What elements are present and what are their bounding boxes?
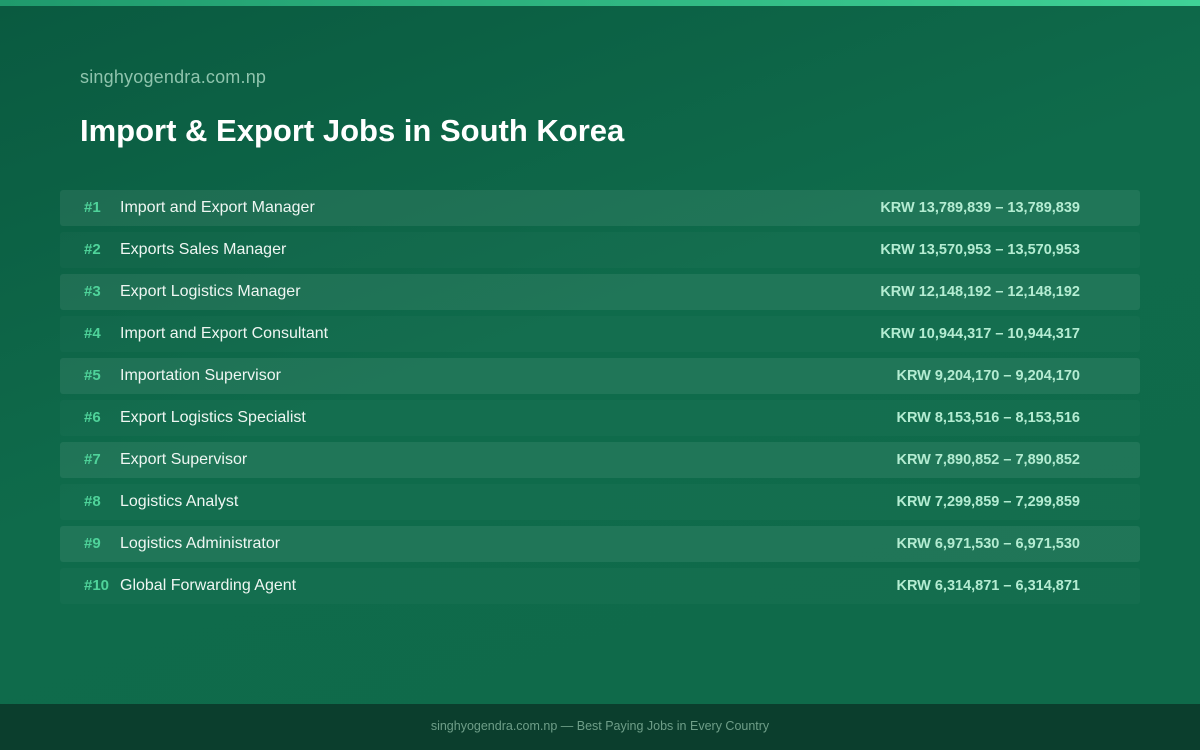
job-row: #6 Export Logistics Specialist KRW 8,153… xyxy=(60,400,1140,436)
job-rank: #4 xyxy=(84,325,101,342)
job-rank: #2 xyxy=(84,241,101,258)
job-title: Export Logistics Manager xyxy=(120,283,301,300)
job-salary: KRW 13,570,953 – 13,570,953 xyxy=(880,242,1080,258)
job-row: #2 Exports Sales Manager KRW 13,570,953 … xyxy=(60,232,1140,268)
job-list: #1 Import and Export Manager KRW 13,789,… xyxy=(60,190,1140,610)
job-salary: KRW 6,971,530 – 6,971,530 xyxy=(896,536,1080,552)
job-rank: #8 xyxy=(84,493,101,510)
job-title: Importation Supervisor xyxy=(120,367,281,384)
footer-bar: singhyogendra.com.np — Best Paying Jobs … xyxy=(0,704,1200,750)
job-salary: KRW 10,944,317 – 10,944,317 xyxy=(880,326,1080,342)
job-row: #9 Logistics Administrator KRW 6,971,530… xyxy=(60,526,1140,562)
job-title: Import and Export Consultant xyxy=(120,325,329,342)
top-accent-bar xyxy=(0,0,1200,6)
job-title: Export Logistics Specialist xyxy=(120,409,306,426)
job-title: Logistics Analyst xyxy=(120,493,239,510)
job-salary: KRW 6,314,871 – 6,314,871 xyxy=(896,578,1080,594)
job-title: Export Supervisor xyxy=(120,451,248,468)
job-salary: KRW 12,148,192 – 12,148,192 xyxy=(880,284,1080,300)
job-rank: #7 xyxy=(84,451,101,468)
job-title: Global Forwarding Agent xyxy=(120,577,297,594)
job-salary: KRW 7,890,852 – 7,890,852 xyxy=(896,452,1080,468)
job-salary: KRW 9,204,170 – 9,204,170 xyxy=(896,368,1080,384)
job-row: #3 Export Logistics Manager KRW 12,148,1… xyxy=(60,274,1140,310)
job-salary: KRW 13,789,839 – 13,789,839 xyxy=(880,200,1080,216)
job-row: #7 Export Supervisor KRW 7,890,852 – 7,8… xyxy=(60,442,1140,478)
job-rank: #1 xyxy=(84,199,101,216)
job-salary: KRW 7,299,859 – 7,299,859 xyxy=(896,494,1080,510)
job-row: #8 Logistics Analyst KRW 7,299,859 – 7,2… xyxy=(60,484,1140,520)
job-title: Exports Sales Manager xyxy=(120,241,287,258)
job-row: #10 Global Forwarding Agent KRW 6,314,87… xyxy=(60,568,1140,604)
job-salary: KRW 8,153,516 – 8,153,516 xyxy=(896,410,1080,426)
job-row: #4 Import and Export Consultant KRW 10,9… xyxy=(60,316,1140,352)
job-rank: #9 xyxy=(84,535,101,552)
job-row: #1 Import and Export Manager KRW 13,789,… xyxy=(60,190,1140,226)
job-rank: #10 xyxy=(84,577,110,594)
page-title: Import & Export Jobs in South Korea xyxy=(80,113,625,148)
footer-text: singhyogendra.com.np — Best Paying Jobs … xyxy=(430,719,770,733)
job-rank: #5 xyxy=(84,367,101,384)
job-rank: #6 xyxy=(84,409,101,426)
site-name: singhyogendra.com.np xyxy=(80,67,267,87)
job-row: #5 Importation Supervisor KRW 9,204,170 … xyxy=(60,358,1140,394)
job-rank: #3 xyxy=(84,283,101,300)
job-title: Import and Export Manager xyxy=(120,199,315,216)
job-title: Logistics Administrator xyxy=(120,535,281,552)
